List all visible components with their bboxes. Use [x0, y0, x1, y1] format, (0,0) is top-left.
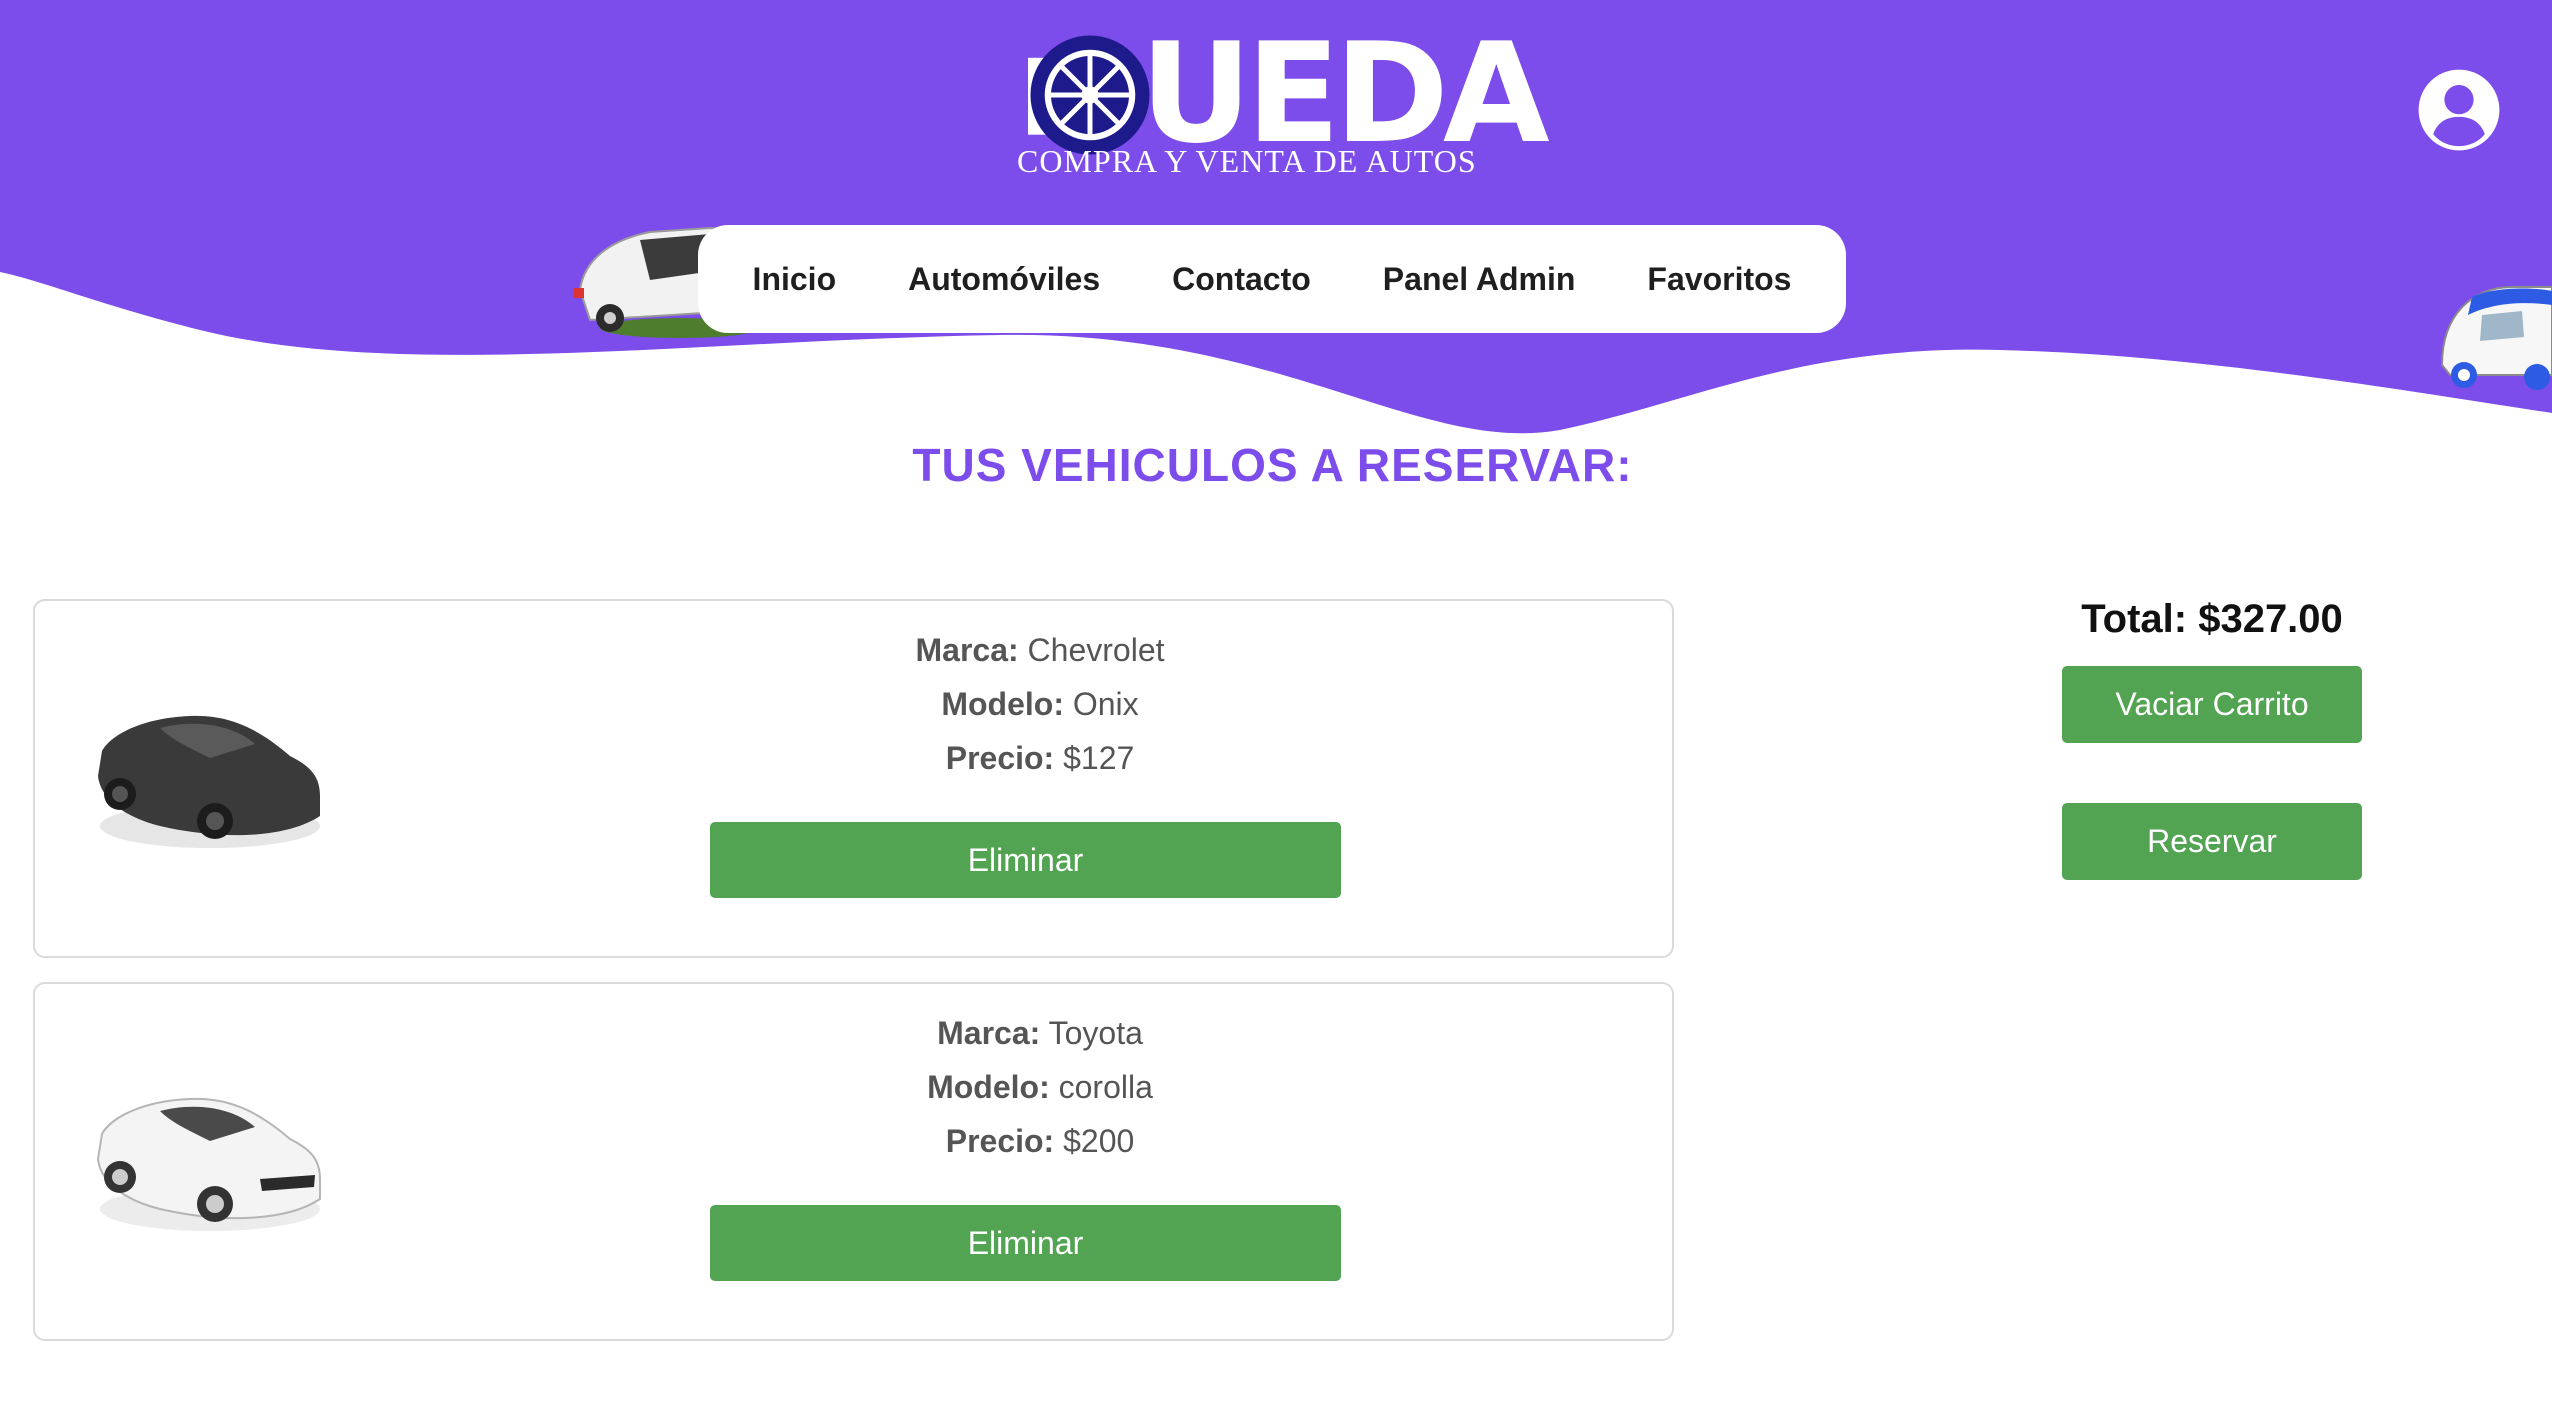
nav-panel-admin[interactable]: Panel Admin [1383, 261, 1576, 298]
reserve-button[interactable]: Reservar [2062, 803, 2362, 880]
model-label: Modelo: [927, 1069, 1050, 1105]
nav-automoviles[interactable]: Automóviles [908, 261, 1100, 298]
model-value: Onix [1072, 686, 1139, 722]
white-beetle-decoration [2440, 286, 2552, 390]
empty-cart-button[interactable]: Vaciar Carrito [2062, 666, 2362, 743]
model-label: Modelo: [941, 686, 1064, 722]
cart-total: Total: $327.00 [2081, 597, 2343, 641]
car-details: Marca: Chevrolet Modelo: Onix Precio: $1… [35, 623, 2045, 785]
price-value: $200 [1063, 1123, 1135, 1159]
price-value: $127 [1063, 740, 1135, 776]
brand-label: Marca: [937, 1015, 1041, 1051]
brand-value: Chevrolet [1027, 632, 1165, 668]
user-circle-icon[interactable] [2416, 67, 2502, 153]
nav-favoritos[interactable]: Favoritos [1647, 261, 1791, 298]
model-value: corolla [1058, 1069, 1153, 1105]
price-label: Precio: [945, 1123, 1055, 1159]
main-navigation: Inicio Automóviles Contacto Panel Admin … [698, 225, 1846, 333]
remove-item-button[interactable]: Eliminar [710, 822, 1341, 898]
cart-item-card: Marca: Toyota Modelo: corolla Precio: $2… [33, 982, 1674, 1341]
price-label: Precio: [945, 740, 1055, 776]
wheel-logo-icon [1028, 35, 1150, 155]
nav-contacto[interactable]: Contacto [1172, 261, 1311, 298]
remove-item-button[interactable]: Eliminar [710, 1205, 1341, 1281]
brand-label: Marca: [915, 632, 1019, 668]
nav-inicio[interactable]: Inicio [753, 261, 837, 298]
page-title: TUS VEHICULOS A RESERVAR: [912, 439, 1633, 491]
brand-logo[interactable]: UEDA COMPRA Y VENTA DE AUTOS [1010, 25, 1550, 185]
cart-item-card: Marca: Chevrolet Modelo: Onix Precio: $1… [33, 599, 1674, 958]
logo-tagline: COMPRA Y VENTA DE AUTOS [1017, 143, 1477, 179]
brand-value: Toyota [1048, 1015, 1143, 1051]
car-details: Marca: Toyota Modelo: corolla Precio: $2… [35, 1006, 2045, 1168]
